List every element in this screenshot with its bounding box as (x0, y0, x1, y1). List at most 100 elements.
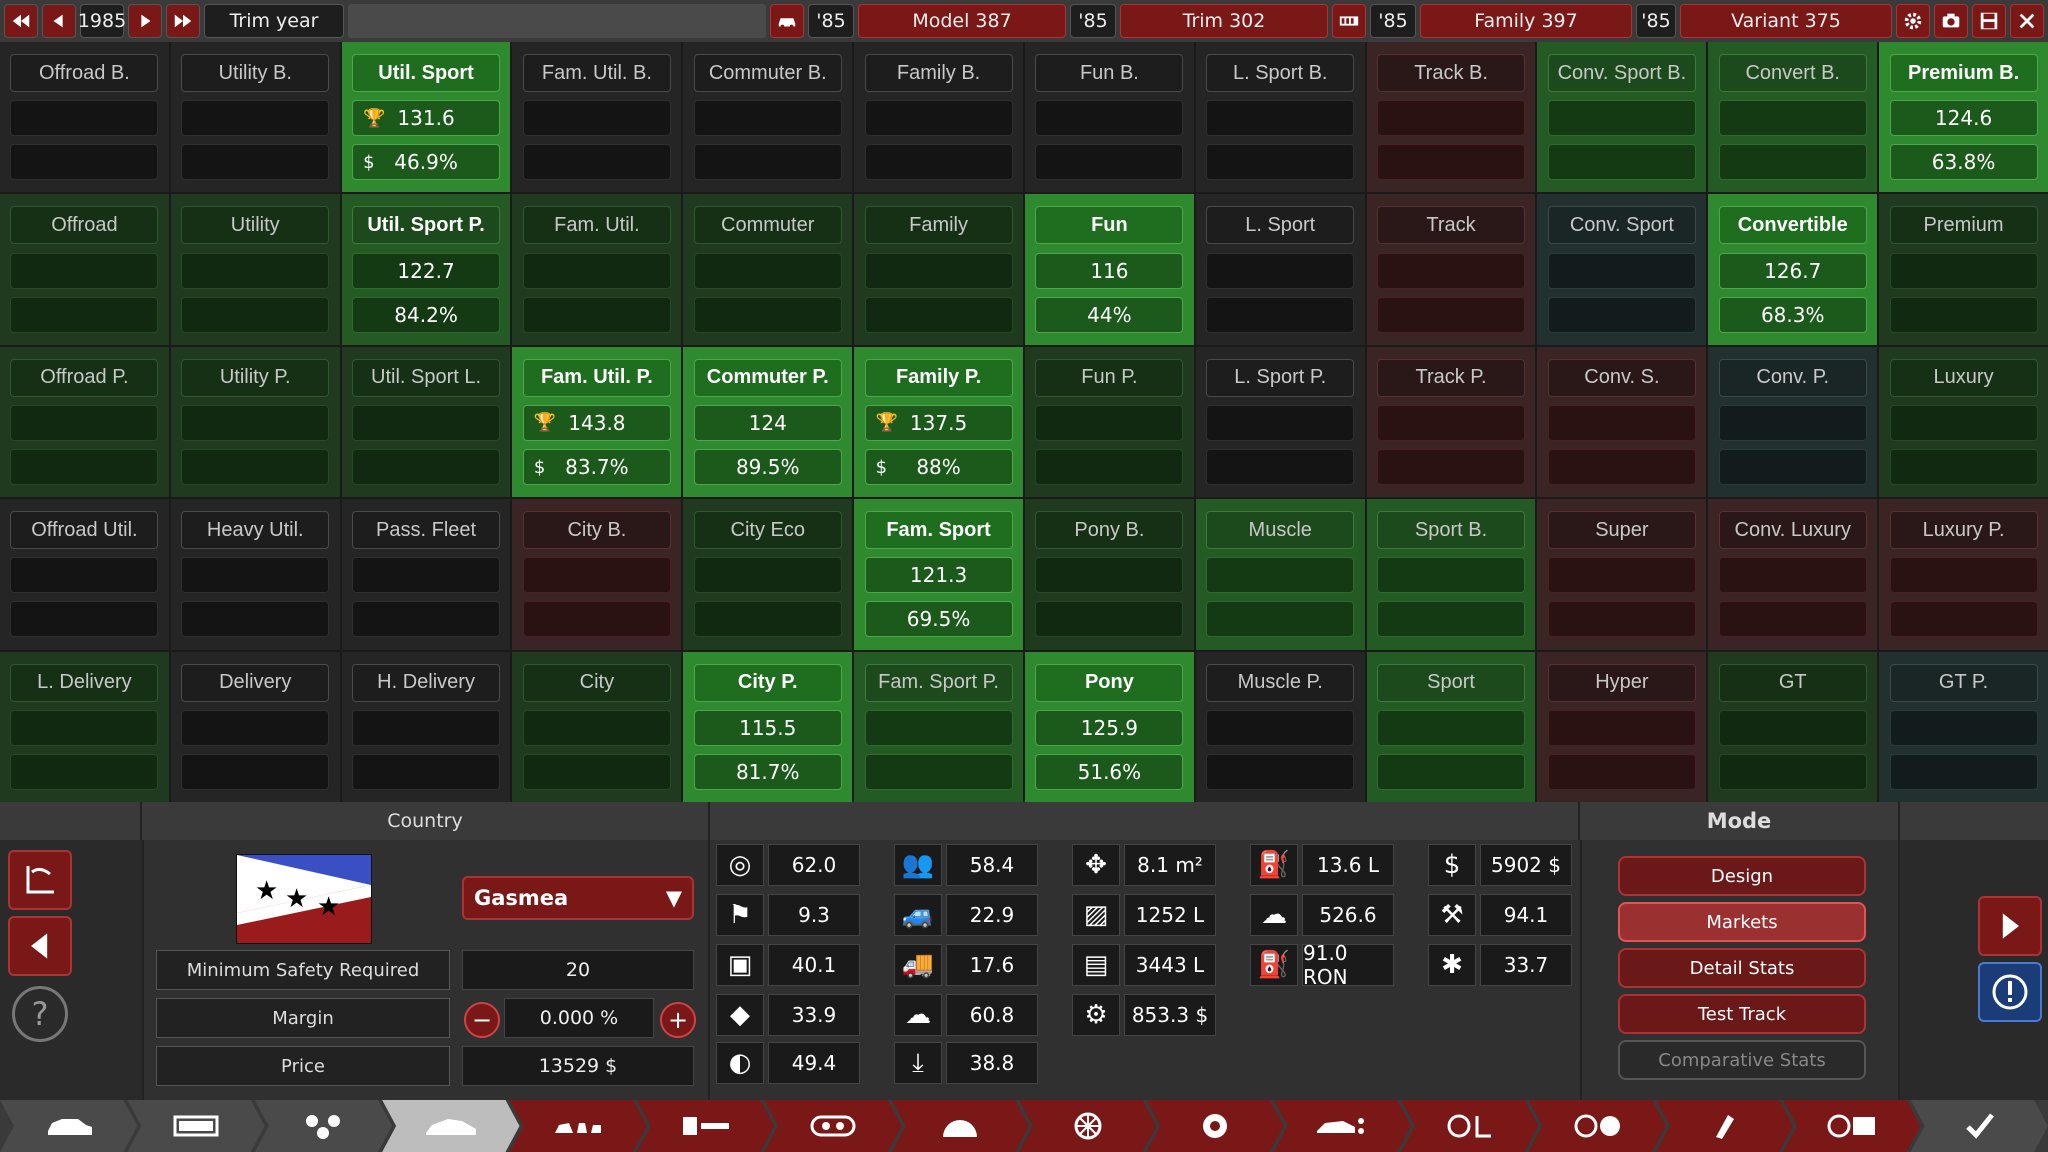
market-cell[interactable]: Premium B. 124.6 63.8% (1879, 42, 2048, 193)
market-cell[interactable]: GT P. (1879, 651, 2048, 802)
mode-design-button[interactable]: Design (1618, 856, 1866, 896)
market-cell[interactable]: Family B. (854, 42, 1023, 193)
market-cell[interactable]: Convert B. (1708, 42, 1878, 193)
market-cell[interactable]: Offroad B. (0, 42, 169, 193)
market-cell[interactable]: Utility P. (170, 346, 340, 498)
decrease-margin-button[interactable]: − (464, 1002, 500, 1038)
market-cell[interactable]: Luxury (1879, 346, 2048, 498)
tab-testing[interactable] (1783, 1100, 1920, 1152)
next-icon[interactable] (1978, 896, 2042, 956)
save-icon[interactable] (1972, 4, 2006, 38)
market-cell[interactable]: Fam. Util. (512, 194, 682, 345)
market-cell[interactable]: Hyper (1537, 651, 1707, 802)
market-cell[interactable]: Muscle (1195, 499, 1365, 650)
trim-year-button[interactable]: Trim year (204, 4, 344, 38)
tab-fuel-system[interactable] (892, 1100, 1029, 1152)
axis-chart-icon[interactable] (8, 850, 72, 910)
market-cell[interactable]: L. Delivery (0, 651, 169, 802)
tab-drivetrain[interactable] (1401, 1100, 1538, 1152)
market-cell[interactable]: Fam. Sport P. (854, 651, 1023, 802)
market-cell[interactable]: Family P. 🏆 137.5 $88% (854, 346, 1023, 498)
market-cell[interactable]: Fun B. (1024, 42, 1194, 193)
fast-forward-icon[interactable] (166, 4, 200, 38)
tab-trim[interactable] (1656, 1100, 1793, 1152)
engine-family-icon[interactable] (1332, 4, 1366, 38)
market-cell[interactable]: Utility (170, 194, 340, 345)
rewind-icon[interactable] (4, 4, 38, 38)
trim-selector[interactable]: Trim 302 (1120, 4, 1328, 38)
tab-engine[interactable] (764, 1100, 901, 1152)
market-cell[interactable]: Offroad P. (0, 346, 169, 498)
market-cell[interactable]: Pony B. (1024, 499, 1194, 650)
tab-finish[interactable] (1911, 1100, 2048, 1152)
market-cell[interactable]: Util. Sport 🏆 131.6 $46.9% (341, 42, 511, 193)
market-cell[interactable]: Fam. Util. B. (512, 42, 682, 193)
mode-comparative-stats-button[interactable]: Comparative Stats (1618, 1040, 1866, 1080)
gear-icon[interactable] (1896, 4, 1930, 38)
market-cell[interactable]: City B. (512, 499, 682, 650)
camera-icon[interactable] (1934, 4, 1968, 38)
market-cell[interactable]: City Eco (683, 499, 853, 650)
country-dropdown[interactable]: Gasmea ▼ (462, 876, 694, 920)
market-cell[interactable]: City P. 115.5 81.7% (683, 651, 853, 802)
tab-brakes[interactable] (1146, 1100, 1283, 1152)
mode-detail-stats-button[interactable]: Detail Stats (1618, 948, 1866, 988)
market-cell[interactable]: Util. Sport P. 122.7 84.2% (341, 194, 511, 345)
market-cell[interactable]: L. Sport (1195, 194, 1365, 345)
tab-interior[interactable] (637, 1100, 774, 1152)
model-selector[interactable]: Model 387 (858, 4, 1066, 38)
back-icon[interactable] (8, 916, 72, 976)
market-cell[interactable]: Convertible 126.7 68.3% (1708, 194, 1878, 345)
market-cell[interactable]: Heavy Util. (170, 499, 340, 650)
increase-margin-button[interactable]: + (660, 1002, 696, 1038)
help-icon[interactable]: ? (12, 986, 68, 1042)
tab-car-model[interactable] (0, 1100, 137, 1152)
market-cell[interactable]: Delivery (170, 651, 340, 802)
market-cell[interactable]: Fam. Sport 121.3 69.5% (854, 499, 1023, 650)
market-cell[interactable]: Conv. Luxury (1708, 499, 1878, 650)
info-icon[interactable] (1978, 962, 2042, 1022)
market-cell[interactable]: Commuter B. (683, 42, 853, 193)
market-cell[interactable]: Premium (1879, 194, 2048, 345)
market-cell[interactable]: Fun P. (1024, 346, 1194, 498)
market-cell[interactable]: Track (1366, 194, 1536, 345)
tab-body[interactable] (382, 1100, 519, 1152)
market-cell[interactable]: Pony 125.9 51.6% (1024, 651, 1194, 802)
margin-value[interactable]: 0.000 % (504, 998, 654, 1038)
market-cell[interactable]: Fun 116 44% (1024, 194, 1194, 345)
market-cell[interactable]: Fam. Util. P. 🏆 143.8 $83.7% (512, 346, 682, 498)
market-cell[interactable]: L. Sport B. (1195, 42, 1365, 193)
prev-year-icon[interactable] (42, 4, 76, 38)
market-cell[interactable]: Utility B. (170, 42, 340, 193)
market-cell[interactable]: Offroad (0, 194, 169, 345)
market-cell[interactable]: Conv. S. (1537, 346, 1707, 498)
market-cell[interactable]: Super (1537, 499, 1707, 650)
market-cell[interactable]: Family (854, 194, 1023, 345)
mode-test-track-button[interactable]: Test Track (1618, 994, 1866, 1034)
market-cell[interactable]: Conv. P. (1708, 346, 1878, 498)
market-cell[interactable]: Commuter P. 124 89.5% (683, 346, 853, 498)
market-cell[interactable]: Conv. Sport B. (1537, 42, 1707, 193)
tab-tuning[interactable] (1529, 1100, 1666, 1152)
family-selector[interactable]: Family 397 (1420, 4, 1632, 38)
tab-wheels[interactable] (1019, 1100, 1156, 1152)
market-cell[interactable]: H. Delivery (341, 651, 511, 802)
market-cell[interactable]: Offroad Util. (0, 499, 169, 650)
market-cell[interactable]: Commuter (683, 194, 853, 345)
market-cell[interactable]: Luxury P. (1879, 499, 2048, 650)
market-cell[interactable]: L. Sport P. (1195, 346, 1365, 498)
tab-suspension[interactable] (255, 1100, 392, 1152)
variant-selector[interactable]: Variant 375 (1680, 4, 1892, 38)
market-cell[interactable]: Conv. Sport (1537, 194, 1707, 345)
market-cell[interactable]: City (512, 651, 682, 802)
mode-markets-button[interactable]: Markets (1618, 902, 1866, 942)
tab-chassis[interactable] (127, 1100, 264, 1152)
market-cell[interactable]: Sport B. (1366, 499, 1536, 650)
car-model-icon[interactable] (770, 4, 804, 38)
market-cell[interactable]: Track P. (1366, 346, 1536, 498)
market-cell[interactable]: Muscle P. (1195, 651, 1365, 802)
close-icon[interactable] (2010, 4, 2044, 38)
next-year-icon[interactable] (128, 4, 162, 38)
tab-fixtures[interactable] (510, 1100, 647, 1152)
market-cell[interactable]: Track B. (1366, 42, 1536, 193)
